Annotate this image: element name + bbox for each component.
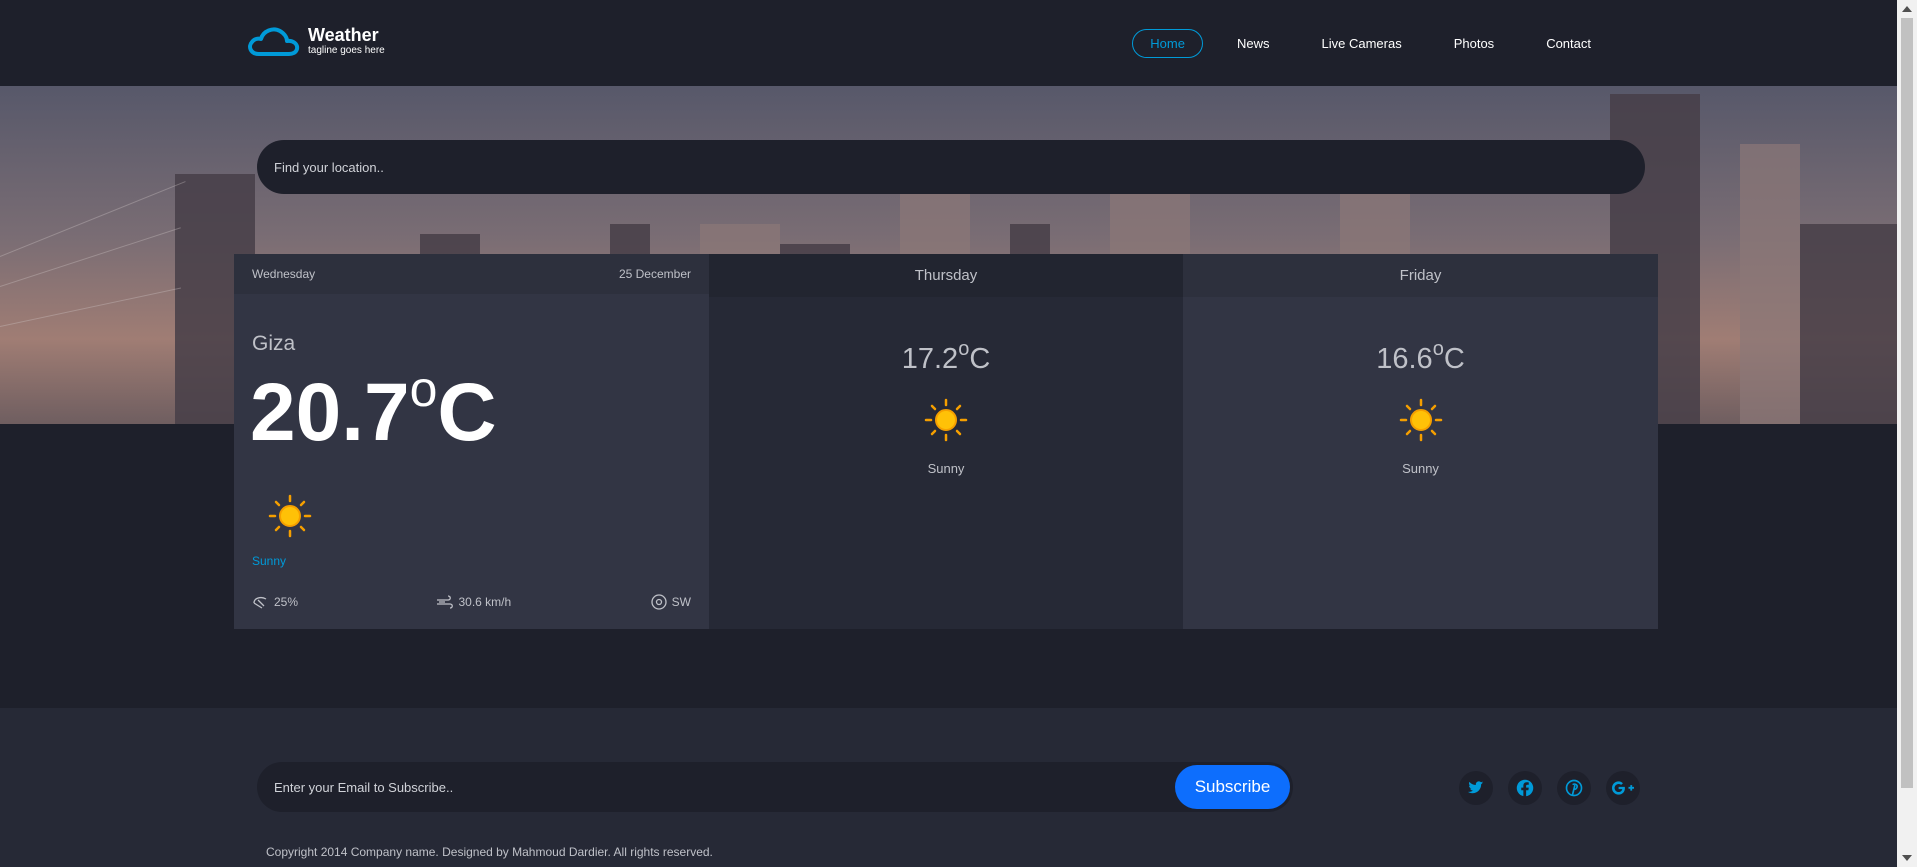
umbrella-icon bbox=[253, 596, 267, 609]
site-header: Weather tagline goes here Home News Live… bbox=[0, 0, 1897, 86]
nav-live-cameras[interactable]: Live Cameras bbox=[1304, 29, 1420, 58]
wind-direction-stat: SW bbox=[650, 594, 691, 610]
degree-symbol: o bbox=[409, 361, 438, 417]
social-links bbox=[1459, 771, 1655, 805]
temp-value: 20.7 bbox=[250, 367, 410, 458]
scrollbar-thumb[interactable] bbox=[1901, 18, 1913, 788]
location-search[interactable] bbox=[257, 140, 1645, 194]
wind-icon bbox=[437, 595, 454, 609]
forecast-day-name: Thursday bbox=[709, 254, 1183, 297]
today-header: Wednesday 25 December bbox=[234, 254, 709, 294]
twitter-icon[interactable] bbox=[1459, 771, 1493, 805]
facebook-icon[interactable] bbox=[1508, 771, 1542, 805]
forecast-temperature: 16.6oC bbox=[1183, 339, 1658, 375]
wind-speed-value: 30.6 km/h bbox=[458, 595, 512, 609]
scroll-up-icon[interactable] bbox=[1902, 6, 1912, 12]
page-scrollbar[interactable] bbox=[1897, 0, 1917, 867]
temp-value: 16.6 bbox=[1376, 343, 1433, 375]
current-temperature: 20.7oC bbox=[250, 364, 497, 454]
weather-stats: 25% 30.6 km/h SW bbox=[252, 594, 691, 610]
cloud-icon bbox=[248, 27, 300, 56]
temp-value: 17.2 bbox=[901, 343, 959, 375]
forecast-temperature: 17.2oC bbox=[709, 339, 1183, 375]
subscribe-button[interactable]: Subscribe bbox=[1175, 765, 1290, 809]
temp-unit: C bbox=[969, 343, 991, 375]
today-date: 25 December bbox=[618, 267, 691, 281]
search-input[interactable] bbox=[274, 159, 1645, 175]
forecast-day-card: Friday 16.6oC Sunny bbox=[1183, 254, 1658, 629]
humidity-stat: 25% bbox=[252, 594, 298, 610]
site-footer: Subscribe Copyright 2014 Company name. D… bbox=[0, 708, 1897, 867]
sun-icon bbox=[1399, 398, 1442, 442]
copyright-text: Copyright 2014 Company name. Designed by… bbox=[266, 845, 713, 859]
brand-title: Weather bbox=[308, 25, 379, 45]
nav-home[interactable]: Home bbox=[1132, 29, 1203, 58]
forecast-condition: Sunny bbox=[1402, 461, 1439, 476]
today-forecast: Wednesday 25 December Giza 20.7oC Sunny … bbox=[234, 254, 709, 629]
nav-contact[interactable]: Contact bbox=[1528, 29, 1609, 58]
wind-direction-value: SW bbox=[671, 595, 691, 609]
subscribe-form: Subscribe bbox=[257, 762, 1293, 812]
forecast-day-name: Friday bbox=[1183, 254, 1658, 297]
email-field[interactable] bbox=[274, 779, 1293, 795]
forecast-table: Wednesday 25 December Giza 20.7oC Sunny … bbox=[234, 254, 1658, 629]
temp-unit: C bbox=[437, 367, 497, 458]
sun-icon bbox=[924, 398, 968, 442]
main-nav: Home News Live Cameras Photos Contact bbox=[1116, 29, 1609, 58]
temp-unit: C bbox=[1443, 343, 1465, 375]
nav-photos[interactable]: Photos bbox=[1436, 29, 1512, 58]
nav-news[interactable]: News bbox=[1219, 29, 1288, 58]
degree-symbol: o bbox=[958, 338, 970, 360]
compass-icon bbox=[650, 594, 667, 610]
pinterest-icon[interactable] bbox=[1557, 771, 1591, 805]
brand-logo[interactable]: Weather tagline goes here bbox=[246, 24, 385, 58]
forecast-day-card: Thursday 17.2oC Sunny bbox=[709, 254, 1183, 629]
google-plus-icon[interactable] bbox=[1606, 771, 1640, 805]
today-day: Wednesday bbox=[252, 267, 316, 281]
forecast-condition: Sunny bbox=[927, 461, 965, 476]
today-condition: Sunny bbox=[252, 554, 287, 568]
scroll-down-icon[interactable] bbox=[1902, 855, 1912, 861]
wind-speed-stat: 30.6 km/h bbox=[436, 594, 511, 610]
brand-tagline: tagline goes here bbox=[308, 45, 385, 56]
sun-icon bbox=[268, 494, 312, 538]
location-name: Giza bbox=[252, 332, 296, 355]
degree-symbol: o bbox=[1432, 338, 1444, 360]
humidity-value: 25% bbox=[274, 595, 299, 609]
